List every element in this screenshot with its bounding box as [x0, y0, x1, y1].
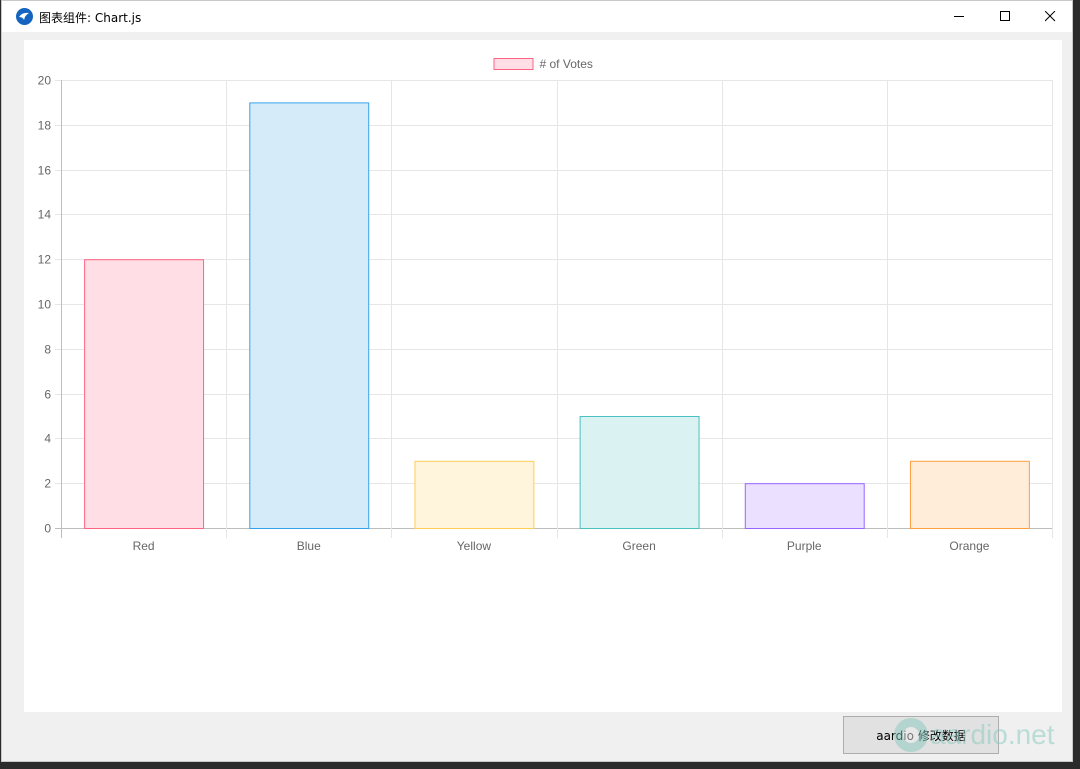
y-tick-label: 20 [38, 74, 52, 88]
bar-blue [249, 102, 370, 530]
y-tick-label: 2 [44, 477, 51, 491]
y-tick-label: 6 [44, 388, 51, 402]
y-tick-label: 18 [38, 119, 52, 133]
app-logo-icon [16, 8, 33, 25]
y-tick-label: 14 [38, 208, 52, 222]
x-tick-label: Purple [787, 539, 822, 553]
x-tick-label: Green [622, 539, 655, 553]
minimize-button[interactable] [936, 1, 982, 32]
bar-red [84, 259, 205, 529]
y-tick-label: 16 [38, 164, 52, 178]
y-tick-label: 12 [38, 253, 52, 267]
x-tick-label: Blue [297, 539, 321, 553]
y-tick-label: 0 [44, 522, 51, 536]
y-tick-label: 10 [38, 298, 52, 312]
legend-swatch [493, 58, 534, 70]
bar-purple [744, 483, 865, 530]
x-tick-label: Red [133, 539, 155, 553]
app-window: 图表组件: Chart.js 0 2 4 6 8 10 12 14 16 18 20 Red Blue Y… [1, 0, 1073, 762]
legend-label: # of Votes [540, 57, 593, 71]
close-icon [1044, 11, 1055, 22]
y-tick-label: 4 [44, 432, 51, 446]
bar-orange [909, 460, 1030, 529]
maximize-button[interactable] [982, 1, 1028, 32]
chart-panel: 0 2 4 6 8 10 12 14 16 18 20 Red Blue Yellow Green Purpl… [24, 40, 1062, 712]
bar-chart: 0 2 4 6 8 10 12 14 16 18 20 Red Blue Yellow Green Purpl… [38, 57, 1053, 553]
maximize-icon [999, 11, 1010, 21]
x-tick-label: Yellow [457, 539, 492, 553]
modify-data-button[interactable]: aardio 修改数据 [843, 716, 999, 754]
x-tick-label: Orange [949, 539, 989, 553]
bar-yellow [414, 460, 535, 529]
window-title: 图表组件: Chart.js [39, 11, 142, 25]
y-tick-label: 8 [44, 343, 51, 357]
close-button[interactable] [1027, 1, 1072, 32]
bar-green [579, 416, 700, 529]
title-bar[interactable]: 图表组件: Chart.js [2, 1, 1072, 32]
minimize-icon [953, 16, 964, 17]
